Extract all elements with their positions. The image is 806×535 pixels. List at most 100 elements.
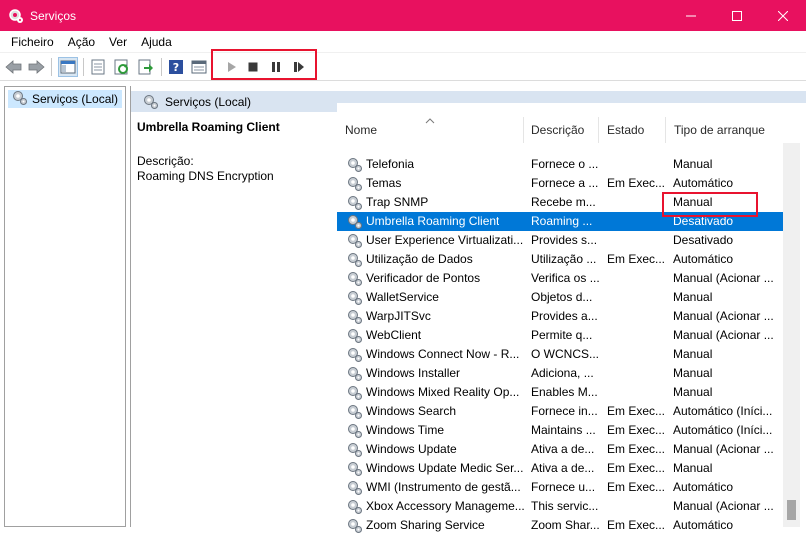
service-state: Em Exec... — [607, 518, 666, 532]
table-row[interactable]: Windows Installer Adiciona, ... Manual — [337, 364, 783, 383]
service-state — [607, 231, 669, 250]
service-name-cell: WMI (Instrumento de gestã... — [347, 478, 527, 497]
service-name: WMI (Instrumento de gestã... — [366, 480, 521, 494]
stop-service-icon[interactable] — [243, 57, 263, 77]
menu-help[interactable]: Ajuda — [134, 35, 179, 49]
service-name: Windows Update — [366, 442, 457, 456]
service-name-cell: Telefonia — [347, 155, 527, 174]
service-description: Fornece o ... — [531, 157, 599, 171]
service-gear-icon — [347, 328, 363, 344]
service-state — [607, 155, 669, 174]
service-description: This servic... — [531, 499, 599, 513]
service-gear-icon — [347, 252, 363, 268]
service-name-cell: Umbrella Roaming Client — [347, 212, 527, 231]
service-state: Em Exec... — [607, 176, 666, 190]
service-name-cell: Trap SNMP — [347, 193, 527, 212]
service-startup-type: Manual — [673, 366, 713, 380]
service-name: Windows Mixed Reality Op... — [366, 385, 520, 399]
table-row[interactable]: Temas Fornece a ... Em Exec... Automático — [337, 174, 783, 193]
show-hide-console-tree-icon[interactable] — [58, 57, 78, 77]
services-gear-icon — [143, 94, 159, 110]
service-name-cell: WebClient — [347, 326, 527, 345]
table-row[interactable]: Windows Mixed Reality Op... Enables M... M… — [337, 383, 783, 402]
service-startup-type: Automático — [673, 480, 734, 494]
service-state — [607, 269, 669, 288]
service-gear-icon — [347, 461, 363, 477]
column-header-description[interactable]: Descrição — [523, 117, 599, 143]
table-row[interactable]: Windows Connect Now - R... O WCNCS... Manu… — [337, 345, 783, 364]
help-icon[interactable]: ? — [166, 57, 186, 77]
table-row[interactable]: Windows Search Fornece in... Em Exec... Aut… — [337, 402, 783, 421]
service-description: Enables M... — [531, 385, 598, 399]
description-panel: Umbrella Roaming Client Descrição: Roami… — [137, 120, 337, 183]
service-startup-type: Manual — [673, 157, 713, 171]
service-gear-icon — [347, 176, 363, 192]
description-label: Descrição: — [137, 154, 194, 168]
table-row[interactable]: Windows Update Medic Ser... Ativa a de...… — [337, 459, 783, 478]
console-tree: Serviços (Local) — [4, 86, 126, 527]
services-gear-icon[interactable] — [8, 8, 24, 24]
close-button[interactable] — [760, 0, 806, 31]
service-state — [607, 364, 669, 383]
refresh-icon[interactable] — [112, 57, 132, 77]
column-header-name[interactable]: Nome — [337, 117, 524, 143]
service-gear-icon — [347, 233, 363, 249]
menu-action[interactable]: Ação — [61, 35, 102, 49]
table-row[interactable]: WalletService Objetos d... Manual — [337, 288, 783, 307]
service-gear-icon — [347, 309, 363, 325]
service-name-cell: Windows Time — [347, 421, 527, 440]
service-name: WarpJITSvc — [366, 309, 431, 323]
column-header-startup[interactable]: Tipo de arranque — [666, 117, 783, 143]
table-row[interactable]: Zoom Sharing Service Zoom Shar... Em Exec.… — [337, 516, 783, 535]
table-row[interactable]: Telefonia Fornece o ... Manual — [337, 155, 783, 174]
start-service-icon[interactable] — [221, 57, 241, 77]
service-startup-type: Manual (Acionar ... — [673, 499, 774, 513]
table-row[interactable]: WebClient Permite q... Manual (Acionar ... — [337, 326, 783, 345]
export-list-icon[interactable] — [88, 57, 108, 77]
pause-service-icon[interactable] — [266, 57, 286, 77]
column-header-state-label: Estado — [607, 123, 645, 137]
service-gear-icon — [347, 214, 363, 230]
service-name: Telefonia — [366, 157, 415, 171]
forward-icon[interactable] — [26, 57, 46, 77]
service-name-cell: Zoom Sharing Service — [347, 516, 527, 535]
service-description: Provides s... — [531, 233, 598, 247]
service-startup-type: Manual — [673, 461, 713, 475]
menu-view[interactable]: Ver — [102, 35, 134, 49]
service-description: Fornece in... — [531, 404, 598, 418]
table-row[interactable]: Verificador de Pontos Verifica os ... Manu… — [337, 269, 783, 288]
table-row[interactable]: WarpJITSvc Provides a... Manual (Acionar .… — [337, 307, 783, 326]
service-startup-type: Manual (Acionar ... — [673, 442, 774, 456]
tree-item-services-local[interactable]: Serviços (Local) — [8, 90, 123, 108]
service-description: Permite q... — [531, 328, 593, 342]
service-description: Recebe m... — [531, 195, 596, 209]
table-row[interactable]: User Experience Virtualizati... Provides … — [337, 231, 783, 250]
table-row[interactable]: Xbox Accessory Manageme... This servic...… — [337, 497, 783, 516]
menu-file[interactable]: Ficheiro — [4, 35, 61, 49]
export-icon[interactable] — [136, 57, 156, 77]
service-name-cell: Windows Connect Now - R... — [347, 345, 527, 364]
minimize-button[interactable] — [668, 0, 714, 31]
service-startup-type: Automático — [673, 176, 734, 190]
table-row[interactable]: WMI (Instrumento de gestã... Fornece u...… — [337, 478, 783, 497]
service-startup-type: Automático — [673, 518, 734, 532]
service-name: WebClient — [366, 328, 422, 342]
service-startup-type: Manual — [673, 290, 713, 304]
table-row[interactable]: Windows Time Maintains ... Em Exec... Autom… — [337, 421, 783, 440]
service-startup-type: Desativado — [673, 233, 734, 247]
service-description: Verifica os ... — [531, 271, 600, 285]
column-header-state[interactable]: Estado — [599, 117, 666, 143]
vertical-scrollbar[interactable] — [783, 143, 800, 527]
table-row[interactable]: Windows Update Ativa a de... Em Exec... Man… — [337, 440, 783, 459]
restart-service-icon[interactable] — [289, 57, 309, 77]
maximize-button[interactable] — [714, 0, 760, 31]
service-state: Em Exec... — [607, 423, 666, 437]
service-name: Zoom Sharing Service — [366, 518, 485, 532]
description-text: Roaming DNS Encryption — [137, 169, 274, 183]
table-row[interactable]: Utilização de Dados Utilização ... Em Exec… — [337, 250, 783, 269]
service-description: Fornece u... — [531, 480, 596, 494]
properties-icon[interactable] — [189, 57, 209, 77]
scrollbar-thumb[interactable] — [787, 500, 796, 520]
service-name: Temas — [366, 176, 402, 190]
back-icon[interactable] — [4, 57, 24, 77]
